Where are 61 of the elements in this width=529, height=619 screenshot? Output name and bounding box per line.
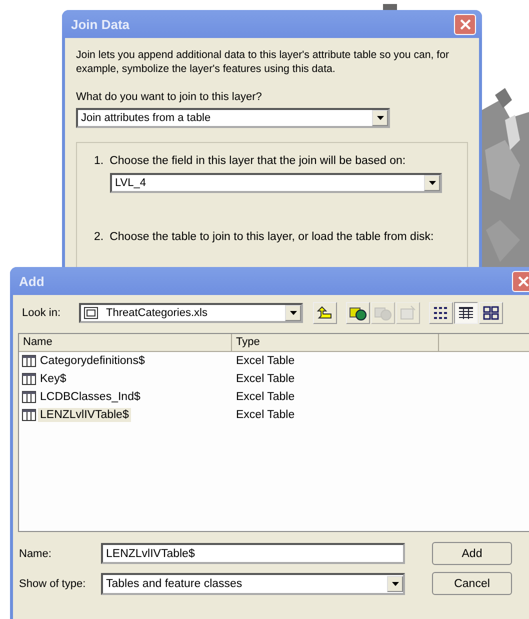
type-label: Show of type: bbox=[18, 578, 87, 590]
down-arrow-icon bbox=[290, 310, 296, 314]
column-header[interactable]: Type bbox=[232, 334, 439, 351]
window-title: Add bbox=[19, 274, 46, 288]
file-name: Categorydefinitions$ bbox=[39, 354, 146, 368]
step-number: 1. bbox=[94, 155, 104, 167]
file-name: LCDBClasses_Ind$ bbox=[39, 390, 142, 404]
down-arrow-icon bbox=[428, 181, 436, 185]
connect-button[interactable] bbox=[346, 302, 370, 324]
name-label: Name: bbox=[18, 548, 52, 560]
close-button[interactable] bbox=[454, 14, 476, 34]
down-arrow-icon bbox=[392, 582, 398, 586]
description-text: Join lets you append additional data to this layer's attribute table so you can, for example, symbolize the layer's features using this data. bbox=[76, 48, 450, 76]
thumbnails-button[interactable] bbox=[479, 302, 503, 324]
table-icon bbox=[22, 373, 36, 385]
window-title: Join Data bbox=[71, 16, 131, 32]
thumbnails-view-icon bbox=[483, 306, 499, 320]
add-button[interactable]: Add bbox=[432, 542, 512, 565]
file-type: Excel Table bbox=[235, 355, 295, 367]
table-row[interactable]: LENZLvlIVTable$ Excel Table bbox=[19, 406, 529, 424]
dropdown-button[interactable] bbox=[285, 304, 301, 320]
table-icon bbox=[22, 391, 36, 403]
file-type: Excel Table bbox=[235, 391, 295, 403]
close-button[interactable] bbox=[512, 270, 529, 292]
table-icon bbox=[22, 409, 36, 421]
close-icon bbox=[518, 276, 528, 286]
file-name: LENZLvlIVTable$ bbox=[38, 408, 131, 422]
down-arrow-icon bbox=[376, 116, 384, 120]
details-view-icon bbox=[458, 306, 474, 320]
step-label: Choose the table to join to this layer, or load the table from disk: bbox=[110, 231, 434, 243]
dropdown-button[interactable] bbox=[424, 175, 440, 191]
join-type-dropdown[interactable]: Join attributes from a table bbox=[76, 108, 390, 128]
table-row[interactable]: LCDBClasses_Ind$ Excel Table bbox=[19, 388, 529, 406]
dropdown-button[interactable] bbox=[387, 576, 403, 592]
close-icon bbox=[460, 18, 470, 30]
dropdown-button[interactable] bbox=[372, 110, 388, 126]
list-button[interactable] bbox=[429, 302, 453, 324]
workbook-icon bbox=[84, 306, 98, 318]
table-row[interactable]: Key$ Excel Table bbox=[19, 370, 529, 388]
file-type: Excel Table bbox=[235, 409, 295, 421]
cancel-button[interactable]: Cancel bbox=[432, 572, 512, 595]
field-dropdown[interactable]: LVL_4 bbox=[110, 173, 442, 193]
up-folder-icon bbox=[317, 306, 333, 320]
column-header[interactable]: Name bbox=[19, 334, 232, 351]
file-type: Excel Table bbox=[235, 373, 295, 385]
table-row[interactable]: Categorydefinitions$ Excel Table bbox=[19, 352, 529, 370]
step-label: Choose the field in this layer that the join will be based on: bbox=[110, 155, 406, 167]
connect-folder-icon bbox=[349, 304, 367, 320]
look-in-label: Look in: bbox=[21, 306, 62, 318]
look-in-dropdown[interactable]: ThreatCategories.xls bbox=[79, 302, 303, 322]
properties-icon bbox=[399, 304, 417, 320]
step-number: 2. bbox=[94, 231, 104, 243]
up-button[interactable] bbox=[313, 302, 337, 324]
details-button[interactable] bbox=[454, 302, 478, 324]
list-view-icon bbox=[433, 306, 449, 320]
question-label: What do you want to join to this layer? bbox=[76, 90, 263, 104]
table-icon bbox=[22, 355, 36, 367]
type-dropdown[interactable]: Tables and feature classes bbox=[101, 572, 405, 594]
disconnect-folder-icon bbox=[374, 304, 392, 320]
file-name: Key$ bbox=[39, 372, 68, 386]
name-field[interactable]: LENZLvlIVTable$ bbox=[101, 543, 405, 564]
